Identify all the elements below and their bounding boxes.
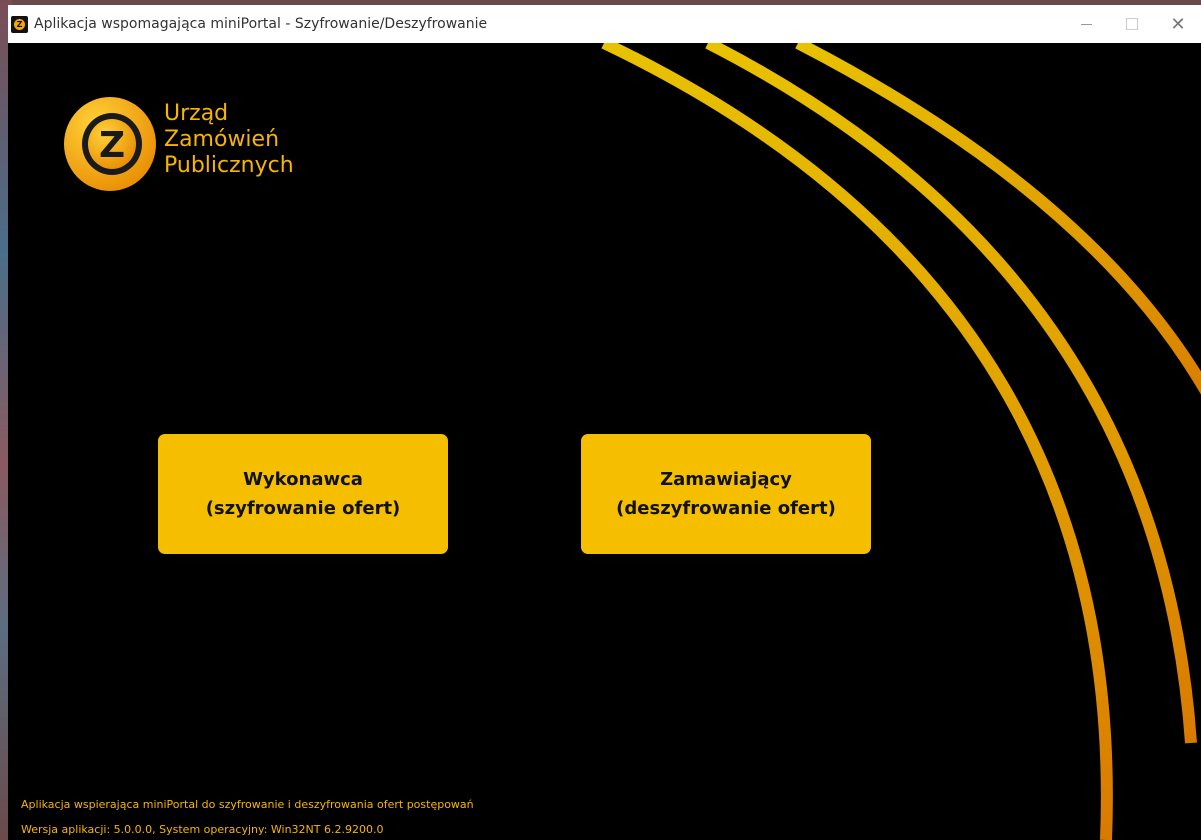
z-app-icon: Z (11, 15, 28, 33)
close-icon[interactable]: ✕ (1155, 5, 1201, 43)
title-bar[interactable]: Z Aplikacja wspomagająca miniPortal - Sz… (8, 5, 1201, 43)
maximize-icon[interactable] (1109, 5, 1155, 43)
logo-mark-icon: Z (64, 97, 156, 191)
window-title: Aplikacja wspomagająca miniPortal - Szyf… (34, 16, 488, 32)
window-controls: ✕ (1063, 5, 1201, 43)
uzp-logo: Z Urząd Zamówień Publicznych (62, 89, 294, 195)
version-info: Wersja aplikacji: 5.0.0.0, System operac… (21, 823, 384, 836)
app-description: Aplikacja wspierająca miniPortal do szyf… (21, 798, 474, 811)
arc-outer (795, 43, 1201, 395)
svg-text:Z: Z (99, 125, 125, 166)
app-window: Z Aplikacja wspomagająca miniPortal - Sz… (8, 5, 1201, 840)
wykonawca-button[interactable]: Wykonawca (szyfrowanie ofert) (158, 434, 448, 554)
logo-text: Urząd Zamówień Publicznych (164, 101, 294, 178)
minimize-icon[interactable] (1063, 5, 1109, 43)
zamawiajacy-button[interactable]: Zamawiający (deszyfrowanie ofert) (581, 434, 871, 554)
footer-info: Aplikacja wspierająca miniPortal do szyf… (21, 792, 474, 840)
